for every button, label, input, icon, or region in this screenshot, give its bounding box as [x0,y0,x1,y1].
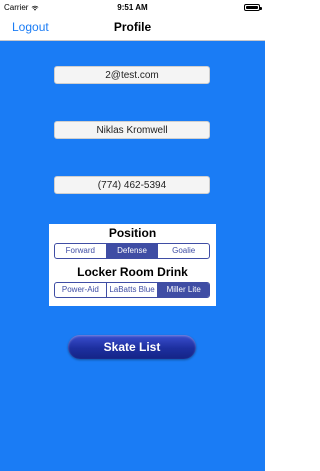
drink-option-power-aid[interactable]: Power-Aid [55,283,106,297]
profile-screen: Carrier 9:51 AM Logout Profile Position … [0,0,265,471]
name-field[interactable] [54,121,210,139]
position-heading: Position [108,226,157,240]
drink-option-labatts-blue[interactable]: LaBatts Blue [105,283,158,297]
email-field[interactable] [54,66,210,84]
position-segmented-control: Forward Defense Goalie [54,243,210,259]
preferences-panel: Position Forward Defense Goalie Locker R… [49,224,216,306]
position-option-goalie[interactable]: Goalie [157,244,209,258]
drink-option-miller-lite[interactable]: Miller Lite [157,283,209,297]
battery-level [246,6,258,9]
status-time: 9:51 AM [117,3,148,12]
position-option-defense[interactable]: Defense [105,244,158,258]
drink-heading: Locker Room Drink [77,265,188,279]
drink-segmented-control: Power-Aid LaBatts Blue Miller Lite [54,282,210,298]
page-title: Profile [113,20,152,34]
status-bar: Carrier 9:51 AM [0,0,265,16]
position-option-forward[interactable]: Forward [55,244,106,258]
phone-field[interactable] [54,176,210,194]
navigation-bar: Logout Profile [0,16,265,41]
skate-list-button[interactable]: Skate List [68,335,196,359]
battery-icon [244,4,262,11]
